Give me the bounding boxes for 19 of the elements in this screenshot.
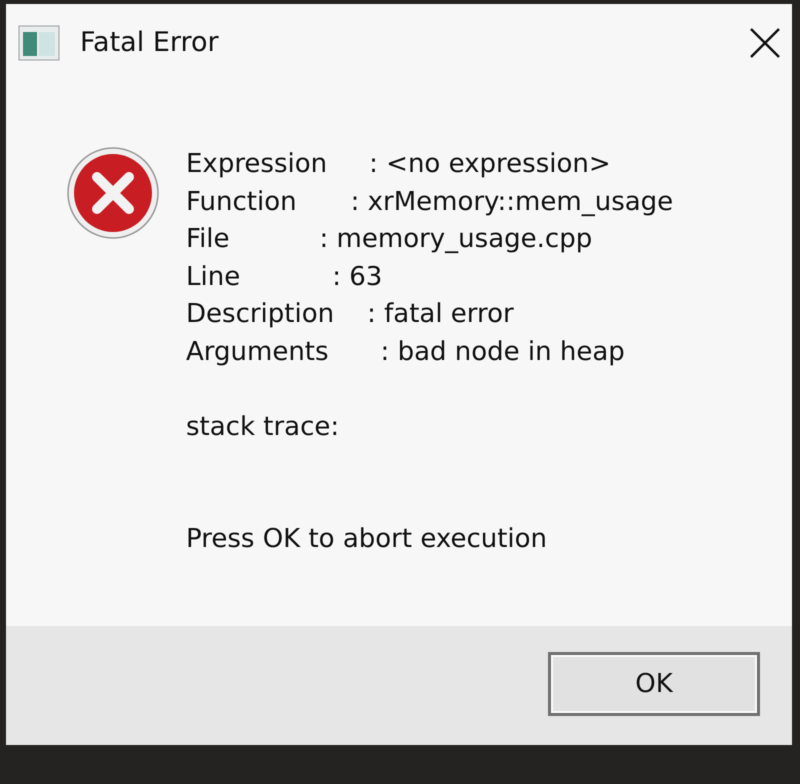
stack-trace-label: stack trace: bbox=[186, 410, 340, 444]
field-value: : fatal error bbox=[367, 298, 514, 332]
field-value: : xrMemory::mem_usage bbox=[350, 186, 674, 219]
field-value: : memory_usage.cpp bbox=[320, 223, 592, 256]
ok-button[interactable]: OK bbox=[548, 652, 760, 716]
field-value: : <no expression> bbox=[369, 148, 611, 181]
window-title: Fatal Error bbox=[80, 26, 219, 60]
field-label: File bbox=[186, 223, 230, 256]
window-app-icon bbox=[18, 25, 60, 61]
field-value: : bad node in heap bbox=[380, 336, 625, 369]
field-label: Function bbox=[186, 186, 297, 219]
prompt-text: Press OK to abort execution bbox=[186, 523, 548, 556]
field-label: Line bbox=[186, 260, 240, 294]
field-value: : 63 bbox=[332, 260, 382, 294]
error-icon bbox=[66, 146, 160, 240]
field-label: Description bbox=[186, 298, 334, 332]
close-icon[interactable] bbox=[748, 26, 782, 60]
field-label: Arguments bbox=[186, 336, 329, 369]
field-label: Expression bbox=[186, 148, 328, 181]
